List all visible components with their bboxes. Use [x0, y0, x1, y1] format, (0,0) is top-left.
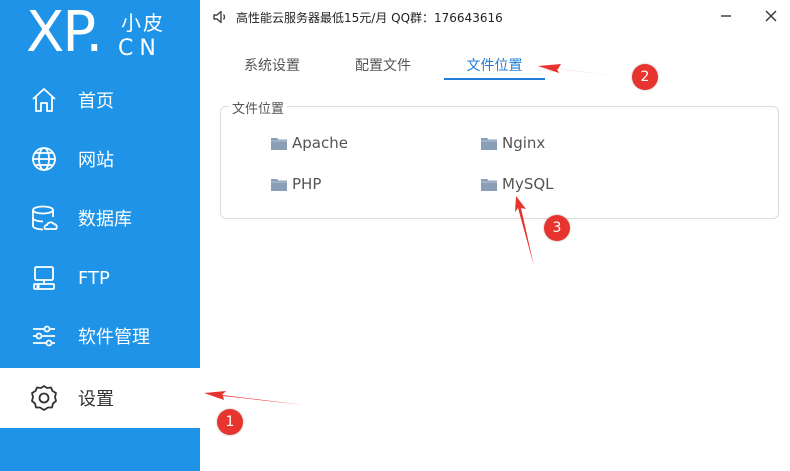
sidebar-item-ftp[interactable]: FTP: [0, 248, 200, 308]
server-icon: [29, 263, 59, 293]
sidebar-item-label: 首页: [78, 91, 114, 112]
logo-en: CN: [118, 36, 162, 61]
folder-mysql[interactable]: MySQL: [481, 175, 554, 193]
speaker-icon: [212, 9, 228, 25]
folder-php[interactable]: PHP: [271, 175, 321, 193]
group-title: 文件位置: [229, 98, 288, 117]
folder-icon: [271, 138, 287, 150]
tab-system-settings[interactable]: 系统设置: [232, 52, 312, 80]
folder-icon: [481, 179, 497, 191]
folder-nginx[interactable]: Nginx: [481, 134, 545, 152]
folder-label: PHP: [292, 175, 322, 193]
file-location-group: [220, 106, 779, 219]
sidebar-item-label: FTP: [78, 267, 110, 289]
gear-icon: [29, 383, 59, 413]
sidebar: XP. 小皮 CN 首页 网站 数据库 FTP 软件管理 设置: [0, 0, 200, 471]
folder-label: Apache: [292, 134, 348, 152]
tab-bar: 系统设置 配置文件 文件位置: [200, 52, 790, 80]
tab-file-location[interactable]: 文件位置: [444, 52, 545, 80]
sidebar-item-home[interactable]: 首页: [0, 70, 200, 130]
folder-icon: [481, 138, 497, 150]
annotation-badge-2: 2: [632, 64, 658, 90]
annotation-badge-1: 1: [217, 409, 243, 435]
logo-cn: 小皮: [121, 11, 165, 35]
sidebar-item-software[interactable]: 软件管理: [0, 306, 200, 366]
main-content: 系统设置 配置文件 文件位置 文件位置 Apache Nginx PHP MyS…: [200, 34, 790, 471]
folder-label: Nginx: [502, 134, 546, 152]
sliders-icon: [29, 321, 59, 351]
home-icon: [29, 85, 59, 115]
sidebar-item-database[interactable]: 数据库: [0, 188, 200, 248]
sidebar-item-settings[interactable]: 设置: [0, 368, 200, 428]
database-icon: [29, 203, 59, 233]
folder-apache[interactable]: Apache: [271, 134, 348, 152]
globe-icon: [29, 144, 59, 174]
minimize-button[interactable]: [716, 6, 736, 26]
logo: XP. 小皮 CN: [0, 0, 200, 74]
top-bar: 高性能云服务器最低15元/月 QQ群：176643616: [200, 0, 790, 34]
sidebar-item-label: 软件管理: [78, 327, 150, 348]
sidebar-item-label: 设置: [78, 389, 114, 410]
sidebar-item-label: 数据库: [78, 209, 132, 230]
notice-text[interactable]: 高性能云服务器最低15元/月 QQ群：176643616: [236, 9, 503, 26]
folder-label: MySQL: [502, 175, 554, 193]
tab-config-files[interactable]: 配置文件: [343, 52, 423, 80]
sidebar-item-website[interactable]: 网站: [0, 129, 200, 189]
sidebar-item-label: 网站: [78, 150, 114, 171]
folder-icon: [271, 179, 287, 191]
logo-main: XP.: [26, 0, 103, 65]
annotation-badge-3: 3: [544, 215, 570, 241]
close-button[interactable]: [761, 6, 781, 26]
